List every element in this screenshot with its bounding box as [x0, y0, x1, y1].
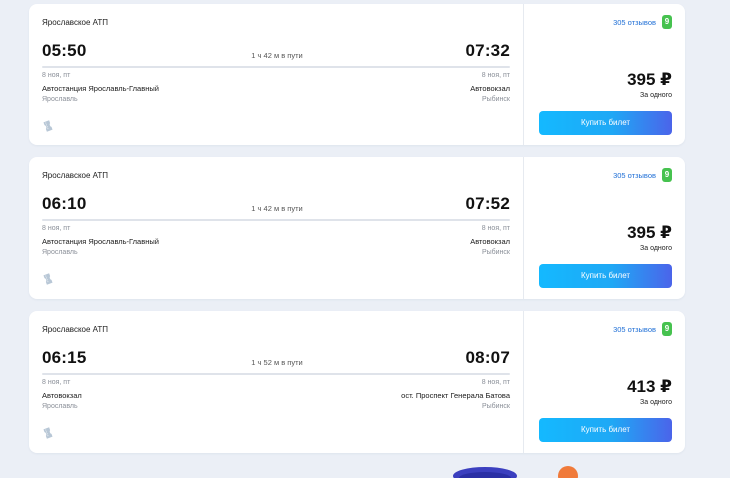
arrival-station: Автовокзал [470, 84, 510, 93]
departure-station: Автостанция Ярославль-Главный [42, 84, 159, 93]
arrival-city: Рыбинск [481, 249, 510, 256]
buy-ticket-button[interactable]: Купить билет [539, 111, 672, 135]
route-line [42, 66, 510, 68]
departure-city: Ярославль [42, 249, 78, 256]
ticket-icon [43, 273, 53, 285]
route-line [42, 373, 510, 375]
price-per-person-label: За одного [640, 92, 672, 99]
arrival-date: 8 ноя, пт [481, 379, 510, 386]
ticket-icon [43, 120, 53, 132]
departure-city: Ярославль [42, 96, 78, 103]
departure-time: 06:15 [42, 348, 87, 367]
price-panel: 305 отзывов 9 413 ₽ За одного Купить бил… [523, 311, 686, 453]
ticket-price: 413 ₽ [627, 377, 672, 396]
trip-duration: 1 ч 42 м в пути [251, 204, 303, 213]
carrier-name: Ярославское АТП [42, 18, 109, 27]
price-panel: 305 отзывов 9 395 ₽ За одного Купить бил… [523, 157, 686, 299]
carrier-name: Ярославское АТП [42, 171, 109, 180]
trip-card: Ярославское АТП 05:50 1 ч 42 м в пути 07… [29, 4, 685, 145]
rating-badge: 9 [662, 322, 672, 336]
departure-date: 8 ноя, пт [42, 379, 71, 386]
buy-ticket-button[interactable]: Купить билет [539, 264, 672, 288]
trip-info: Ярославское АТП 06:15 1 ч 52 м в пути 08… [29, 311, 523, 453]
carrier-name: Ярославское АТП [42, 325, 109, 334]
banner-illustration [453, 466, 578, 478]
trip-info: Ярославское АТП 06:10 1 ч 42 м в пути 07… [29, 157, 523, 299]
trip-duration: 1 ч 42 м в пути [251, 51, 303, 60]
reviews-link[interactable]: 305 отзывов [613, 18, 656, 27]
arrival-date: 8 ноя, пт [481, 72, 510, 79]
rating-badge: 9 [662, 168, 672, 182]
ticket-icon [43, 427, 53, 439]
departure-time: 06:10 [42, 194, 87, 213]
arrival-station: Автовокзал [470, 237, 510, 246]
price-per-person-label: За одного [640, 245, 672, 252]
trip-card: Ярославское АТП 06:15 1 ч 52 м в пути 08… [29, 311, 685, 453]
arrival-city: Рыбинск [481, 96, 510, 103]
departure-time: 05:50 [42, 41, 87, 60]
reviews-link[interactable]: 305 отзывов [613, 325, 656, 334]
trip-duration: 1 ч 52 м в пути [251, 358, 303, 367]
ticket-price: 395 ₽ [627, 70, 672, 89]
route-line [42, 219, 510, 221]
arrival-station: ост. Проспект Генерала Батова [401, 391, 510, 400]
ticket-price: 395 ₽ [627, 223, 672, 242]
departure-date: 8 ноя, пт [42, 72, 71, 79]
trip-card: Ярославское АТП 06:10 1 ч 42 м в пути 07… [29, 157, 685, 299]
reviews-link[interactable]: 305 отзывов [613, 171, 656, 180]
arrival-time: 07:32 [465, 41, 510, 60]
arrival-city: Рыбинск [481, 403, 510, 410]
departure-station: Автостанция Ярославль-Главный [42, 237, 159, 246]
arrival-time: 07:52 [465, 194, 510, 213]
buy-ticket-button[interactable]: Купить билет [539, 418, 672, 442]
arrival-date: 8 ноя, пт [481, 225, 510, 232]
departure-city: Ярославль [42, 403, 78, 410]
departure-date: 8 ноя, пт [42, 225, 71, 232]
rating-badge: 9 [662, 15, 672, 29]
trip-info: Ярославское АТП 05:50 1 ч 42 м в пути 07… [29, 4, 523, 145]
departure-station: Автовокзал [42, 391, 82, 400]
price-panel: 305 отзывов 9 395 ₽ За одного Купить бил… [523, 4, 686, 145]
arrival-time: 08:07 [465, 348, 510, 367]
price-per-person-label: За одного [640, 399, 672, 406]
